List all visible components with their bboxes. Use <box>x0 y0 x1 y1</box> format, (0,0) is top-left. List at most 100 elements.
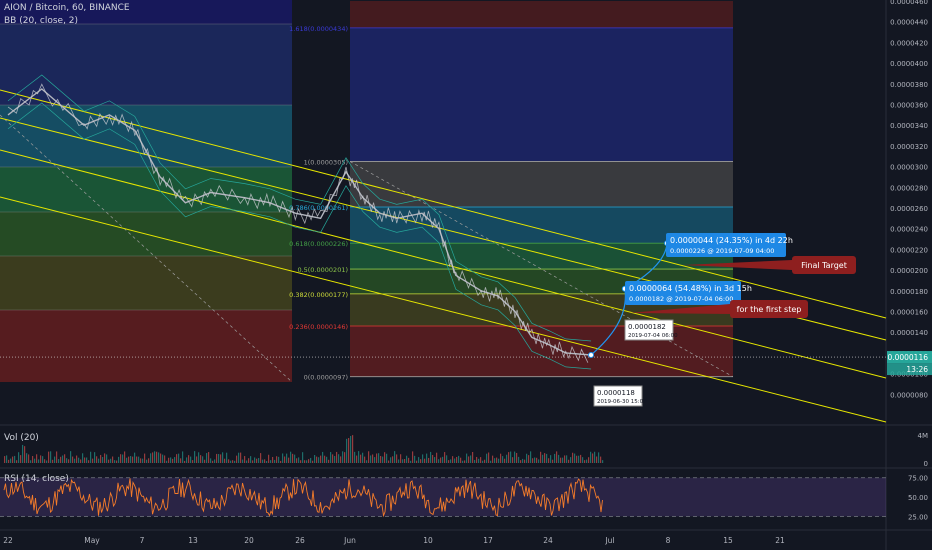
volume-bar <box>518 456 520 463</box>
volume-bar <box>354 451 356 463</box>
volume-bar <box>44 459 46 463</box>
volume-bar <box>270 460 272 463</box>
volume-bar <box>4 456 6 463</box>
volume-bar <box>564 455 566 463</box>
volume-bar <box>450 459 452 463</box>
volume-bar <box>158 452 160 463</box>
volume-bar <box>56 451 58 463</box>
volume-bar <box>206 453 208 463</box>
volume-bar <box>126 457 128 463</box>
volume-bar <box>150 453 152 463</box>
volume-bar <box>340 456 342 463</box>
fib-level-label: 0.382(0.0000177) <box>289 291 348 299</box>
price-tick: 0.0000180 <box>890 288 928 296</box>
volume-bar <box>326 456 328 463</box>
volume-bar <box>170 457 172 463</box>
volume-bar <box>500 453 502 463</box>
volume-bar <box>348 438 350 463</box>
price-tick: 0.0000340 <box>890 122 928 130</box>
fib-zone-left <box>0 167 292 212</box>
volume-bar <box>400 454 402 463</box>
rsi-label: RSI (14, close) <box>4 474 69 484</box>
price-tick: 0.0000400 <box>890 60 928 68</box>
volume-bar <box>448 460 450 463</box>
volume-bar <box>266 460 268 463</box>
fib-zone-left <box>0 105 292 167</box>
volume-bar <box>132 456 134 463</box>
volume-bar <box>568 459 570 463</box>
volume-bar <box>84 457 86 463</box>
volume-bar <box>194 451 196 463</box>
volume-bar <box>186 457 188 463</box>
fib-level-label: 0.618(0.0000226) <box>289 240 348 248</box>
volume-bar <box>510 451 512 463</box>
volume-bar <box>168 457 170 463</box>
volume-bar <box>296 458 298 463</box>
price-tick: 0.0000160 <box>890 309 928 317</box>
volume-bar <box>414 455 416 463</box>
volume-bar <box>144 453 146 463</box>
volume-bar <box>162 454 164 463</box>
time-tick: May <box>84 536 100 545</box>
volume-bar <box>172 458 174 463</box>
volume-bar <box>14 455 16 463</box>
volume-bar <box>62 455 64 463</box>
volume-bar <box>440 457 442 463</box>
volume-bar <box>460 457 462 463</box>
volume-bar <box>50 451 52 463</box>
volume-bar <box>18 452 20 463</box>
fib-zone-left <box>0 24 292 105</box>
volume-bar <box>214 459 216 463</box>
volume-bar <box>562 457 564 463</box>
fib-level-label: 0.5(0.0000201) <box>297 266 348 274</box>
callout-text: Final Target <box>801 261 847 270</box>
volume-bar <box>464 460 466 463</box>
point-label-price: 0.0000118 <box>597 389 635 397</box>
projection-point <box>588 351 595 358</box>
point-118-label: 0.0000118 2019-06-30 15:00 <box>593 385 647 407</box>
volume-bar <box>22 444 24 463</box>
current-price-value: 0.0000116 <box>887 353 928 362</box>
volume-bar <box>334 456 336 463</box>
volume-bar <box>600 456 602 463</box>
volume-bar <box>38 459 40 463</box>
volume-bar <box>110 458 112 463</box>
volume-bar <box>408 457 410 463</box>
volume-bar <box>474 459 476 463</box>
volume-bar <box>366 460 368 463</box>
price-tick: 0.0000220 <box>890 246 928 254</box>
volume-bar <box>40 455 42 463</box>
volume-bar <box>306 460 308 463</box>
volume-bar <box>252 460 254 463</box>
price-tick: 0.0000360 <box>890 102 928 110</box>
callout-line-1: 0.0000064 (54.48%) in 3d 15h <box>629 284 752 293</box>
fib-zone-left <box>0 310 292 382</box>
volume-bar <box>48 451 50 463</box>
price-tick: 0.0000240 <box>890 226 928 234</box>
volume-bar <box>124 451 126 463</box>
volume-bar <box>72 456 74 463</box>
volume-bar <box>226 452 228 463</box>
volume-bar <box>386 453 388 463</box>
volume-bar <box>586 459 588 463</box>
volume-bar <box>468 456 470 463</box>
volume-bar <box>304 460 306 463</box>
volume-bar <box>286 453 288 463</box>
volume-bar <box>122 454 124 463</box>
volume-bar <box>58 459 60 463</box>
volume-bar <box>310 457 312 463</box>
volume-bar <box>546 453 548 463</box>
fib-level-label: 1(0.0000305) <box>304 158 348 166</box>
volume-bar <box>504 458 506 463</box>
volume-bar <box>218 454 220 463</box>
volume-bar <box>368 451 370 463</box>
volume-bar <box>572 452 574 463</box>
volume-bar <box>596 456 598 463</box>
chart-canvas[interactable]: 1.618(0.0000434)1(0.0000305)0.786(0.0000… <box>0 0 932 550</box>
volume-bar <box>198 452 200 463</box>
volume-bar <box>380 455 382 463</box>
volume-bar <box>416 460 418 463</box>
volume-bar <box>256 458 258 463</box>
volume-bar <box>476 456 478 463</box>
volume-bar <box>392 456 394 463</box>
